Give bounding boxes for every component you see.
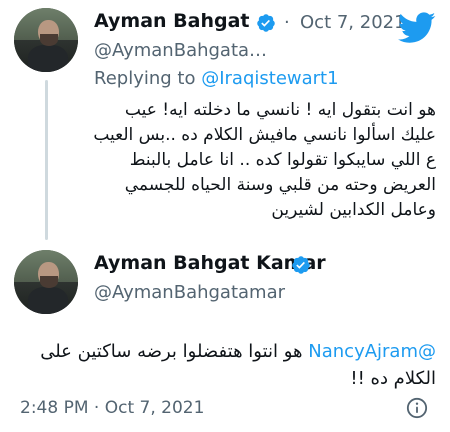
tweet-text-line: ع اللي سايبكوا تقولوا كده .. انا عامل با…	[129, 150, 436, 170]
tweet-text-line: العريض وحته من قلبي وسنة الحياه للجسمي	[124, 175, 436, 195]
info-icon[interactable]	[406, 397, 428, 419]
tweet-text-line: @NancyAjram هو انتوا هتفضلوا برضه ساكتين…	[16, 338, 436, 365]
meta-separator: ·	[93, 398, 100, 418]
avatar[interactable]	[14, 8, 78, 72]
tweet-text-line: وعامل الكدابين لشيرين	[271, 200, 436, 220]
tweet-time: 2:48 PM	[20, 398, 89, 418]
avatar[interactable]	[14, 250, 78, 314]
tweet2-author-handle[interactable]: @AymanBahgatamar	[94, 282, 285, 303]
avatar-body	[28, 45, 68, 72]
avatar-beard	[39, 33, 58, 47]
meta-separator: ·	[284, 12, 290, 33]
tweet1-author-name[interactable]: Ayman Bahgat Ka	[94, 10, 254, 32]
tweet2-timestamp[interactable]: 2:48 PM · Oct 7, 2021	[20, 398, 204, 418]
verified-badge-icon	[257, 14, 275, 32]
thread-connector-line	[45, 80, 48, 240]
avatar-body	[28, 287, 68, 314]
mention-link[interactable]: @NancyAjram	[308, 341, 436, 362]
tweet-text-fragment: هو انتوا هتفضلوا برضه ساكتين على	[40, 341, 309, 362]
replying-to-label: Replying to	[94, 68, 196, 89]
replying-to-mention-link[interactable]: @Iraqistewart1	[201, 68, 338, 89]
twitter-bird-icon	[398, 12, 436, 43]
tweet1-date[interactable]: Oct 7, 2021	[300, 12, 406, 33]
tweet1-author-handle[interactable]: @AymanBahgata…	[94, 40, 267, 61]
tweet-text-line: هو انت بتقول ايه ! نانسي ما دخلته ايه! ع…	[124, 100, 436, 120]
verified-badge-icon	[292, 256, 310, 274]
tweet-text-line: الكلام ده !!	[350, 368, 436, 389]
replying-to-line: Replying to @Iraqistewart1	[94, 68, 339, 89]
tweet-date: Oct 7, 2021	[104, 398, 205, 418]
tweet2-text: @NancyAjram هو انتوا هتفضلوا برضه ساكتين…	[16, 338, 436, 392]
tweet1-text: هو انت بتقول ايه ! نانسي ما دخلته ايه! ع…	[93, 98, 436, 223]
avatar-beard	[39, 275, 58, 289]
tweet-text-line: عليك اسألوا نانسي مافيش الكلام ده ..بس ا…	[93, 125, 436, 145]
